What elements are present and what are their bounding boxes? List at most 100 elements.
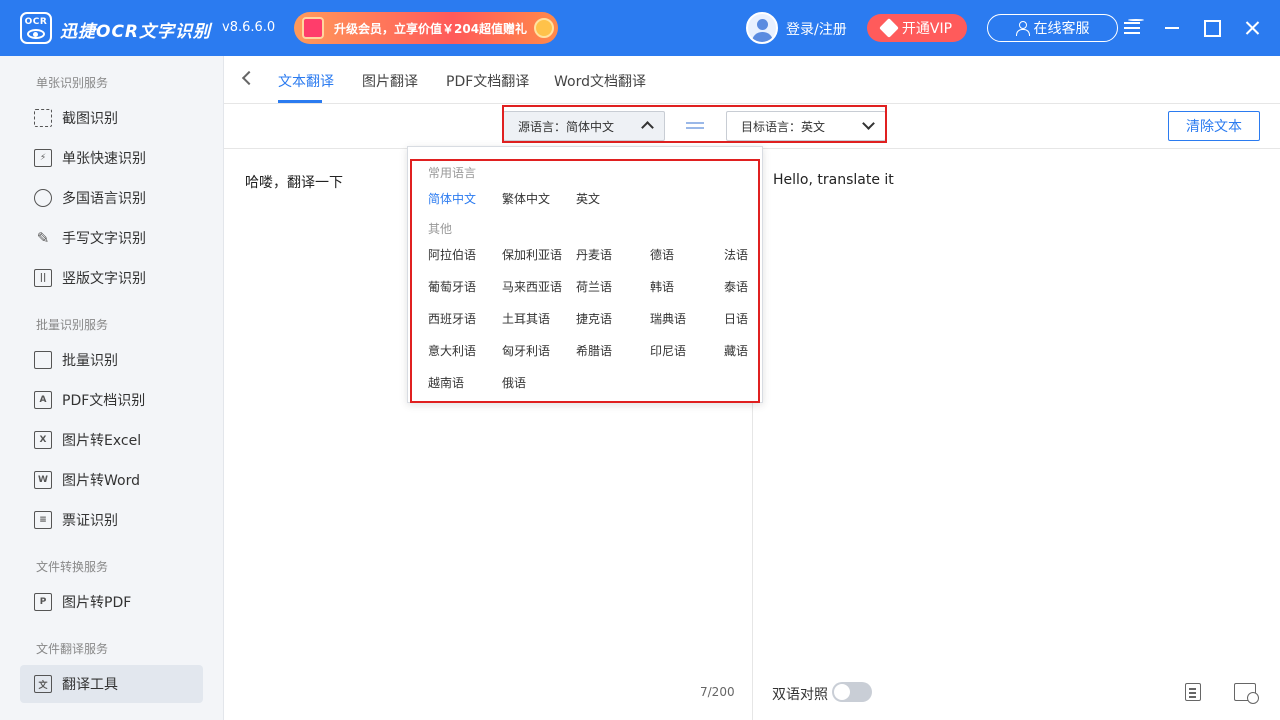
sidebar-item-label: 票证识别 <box>62 513 118 529</box>
language-option[interactable]: 匈牙利语 <box>502 342 550 359</box>
language-option[interactable]: 日语 <box>724 310 748 327</box>
ticket-icon: ≡ <box>34 511 52 529</box>
sidebar-item-label: 翻译工具 <box>62 677 118 693</box>
sidebar-item-label: 竖版文字识别 <box>62 271 146 287</box>
translation-output: Hello, translate it <box>773 172 894 188</box>
close-icon[interactable] <box>1240 16 1264 40</box>
sidebar-item-batch[interactable]: 批量识别 <box>20 341 203 379</box>
sidebar-item-label: PDF文档识别 <box>62 393 146 409</box>
online-service-button[interactable]: 在线客服 <box>987 14 1118 42</box>
language-option[interactable]: 马来西亚语 <box>502 278 562 295</box>
source-text-input[interactable]: 哈喽，翻译一下 <box>245 172 343 192</box>
language-option[interactable]: 意大利语 <box>428 342 476 359</box>
pdf-icon: A <box>34 391 52 409</box>
image-to-pdf-icon: P <box>34 593 52 611</box>
bilingual-toggle[interactable] <box>832 682 872 702</box>
sidebar-item-multilang[interactable]: 多国语言识别 <box>20 179 203 217</box>
sidebar-item-label: 图片转Word <box>62 473 140 489</box>
promo-text: 升级会员，立享价值￥204超值赠礼 <box>334 21 528 36</box>
language-option[interactable]: 葡萄牙语 <box>428 278 476 295</box>
language-option[interactable]: 简体中文 <box>428 190 476 207</box>
language-option[interactable]: 藏语 <box>724 342 748 359</box>
app-title: 迅捷OCR文字识别 <box>60 22 212 42</box>
sidebar-item-image-to-pdf[interactable]: P 图片转PDF <box>20 583 203 621</box>
sidebar-section-translate: 文件翻译服务 <box>36 642 109 656</box>
save-icon[interactable] <box>1234 683 1259 704</box>
login-link[interactable]: 登录/注册 <box>786 19 847 39</box>
language-option[interactable]: 德语 <box>650 246 674 263</box>
sidebar-item-pdf[interactable]: A PDF文档识别 <box>20 381 203 419</box>
quick-scan-icon: ⚡ <box>34 149 52 167</box>
tab-bar: 文本翻译 图片翻译 PDF文档翻译 Word文档翻译 <box>224 56 1280 104</box>
language-option[interactable]: 土耳其语 <box>502 310 550 327</box>
excel-icon: X <box>34 431 52 449</box>
vertical-text-icon: || <box>34 269 52 287</box>
language-option[interactable]: 捷克语 <box>576 310 612 327</box>
copy-icon[interactable] <box>1185 683 1201 701</box>
tab-text-translate[interactable]: 文本翻译 <box>278 71 334 91</box>
sidebar-item-label: 批量识别 <box>62 353 118 369</box>
translate-icon: 文 <box>34 675 52 693</box>
batch-icon <box>34 351 52 369</box>
bilingual-label: 双语对照 <box>772 687 828 703</box>
minimize-icon[interactable] <box>1160 16 1184 40</box>
language-option[interactable]: 俄语 <box>502 374 526 391</box>
language-option[interactable]: 希腊语 <box>576 342 612 359</box>
sidebar-item-vertical[interactable]: || 竖版文字识别 <box>20 259 203 297</box>
vip-label: 开通VIP <box>901 21 953 37</box>
tab-word-translate[interactable]: Word文档翻译 <box>554 71 646 91</box>
back-arrow-icon[interactable] <box>241 70 257 86</box>
language-option[interactable]: 阿拉伯语 <box>428 246 476 263</box>
language-highlight-outline <box>502 105 887 143</box>
sidebar-item-ticket[interactable]: ≡ 票证识别 <box>20 501 203 539</box>
vip-button[interactable]: 开通VIP <box>867 14 967 42</box>
language-option[interactable]: 泰语 <box>724 278 748 295</box>
promo-banner[interactable]: 升级会员，立享价值￥204超值赠礼 <box>294 12 558 44</box>
gift-icon <box>302 17 324 39</box>
language-option[interactable]: 越南语 <box>428 374 464 391</box>
notification-dot <box>1128 19 1144 21</box>
app-version: v8.6.6.0 <box>222 20 276 35</box>
crop-icon <box>34 109 52 127</box>
sidebar-item-word[interactable]: W 图片转Word <box>20 461 203 499</box>
sidebar: 单张识别服务 截图识别 ⚡ 单张快速识别 多国语言识别 ✎ 手写文字识别 || … <box>0 56 224 720</box>
sidebar-item-label: 图片转Excel <box>62 433 142 449</box>
avatar[interactable] <box>746 12 778 44</box>
source-language-dropdown: 常用语言 简体中文 繁体中文 英文 其他 阿拉伯语 保加利亚语 丹麦语 德语 法语葡萄牙… <box>407 146 763 403</box>
tab-pdf-translate[interactable]: PDF文档翻译 <box>446 71 529 91</box>
sidebar-item-translate[interactable]: 文 翻译工具 <box>20 665 203 703</box>
sidebar-section-single: 单张识别服务 <box>36 76 109 90</box>
language-option[interactable]: 韩语 <box>650 278 674 295</box>
service-label: 在线客服 <box>1033 21 1090 37</box>
language-option[interactable]: 保加利亚语 <box>502 246 562 263</box>
word-icon: W <box>34 471 52 489</box>
sidebar-section-batch: 批量识别服务 <box>36 318 109 332</box>
clear-text-button[interactable]: 清除文本 <box>1168 111 1260 141</box>
language-option[interactable]: 荷兰语 <box>576 278 612 295</box>
other-languages-header: 其他 <box>428 222 453 236</box>
language-option[interactable]: 法语 <box>724 246 748 263</box>
coin-icon <box>534 18 554 38</box>
sidebar-item-quick[interactable]: ⚡ 单张快速识别 <box>20 139 203 177</box>
language-option[interactable]: 西班牙语 <box>428 310 476 327</box>
language-option[interactable]: 瑞典语 <box>650 310 686 327</box>
sidebar-item-screenshot[interactable]: 截图识别 <box>20 99 203 137</box>
sidebar-item-excel[interactable]: X 图片转Excel <box>20 421 203 459</box>
maximize-icon[interactable] <box>1200 16 1224 40</box>
language-option[interactable]: 繁体中文 <box>502 190 550 207</box>
language-option[interactable]: 印尼语 <box>650 342 686 359</box>
person-icon <box>1015 21 1030 36</box>
sidebar-item-label: 图片转PDF <box>62 595 132 611</box>
language-option[interactable]: 英文 <box>576 190 600 207</box>
char-count: 7/200 <box>700 685 735 699</box>
common-languages-header: 常用语言 <box>428 166 477 180</box>
sidebar-item-handwriting[interactable]: ✎ 手写文字识别 <box>20 219 203 257</box>
title-bar: OCR 迅捷OCR文字识别 v8.6.6.0 升级会员，立享价值￥204超值赠礼… <box>0 0 1280 56</box>
menu-icon[interactable] <box>1120 16 1144 40</box>
logo-text: OCR <box>24 16 48 27</box>
sidebar-item-label: 截图识别 <box>62 111 118 127</box>
language-option[interactable]: 丹麦语 <box>576 246 612 263</box>
app-logo: OCR <box>20 12 52 44</box>
pen-icon: ✎ <box>36 229 50 247</box>
tab-image-translate[interactable]: 图片翻译 <box>362 71 418 91</box>
